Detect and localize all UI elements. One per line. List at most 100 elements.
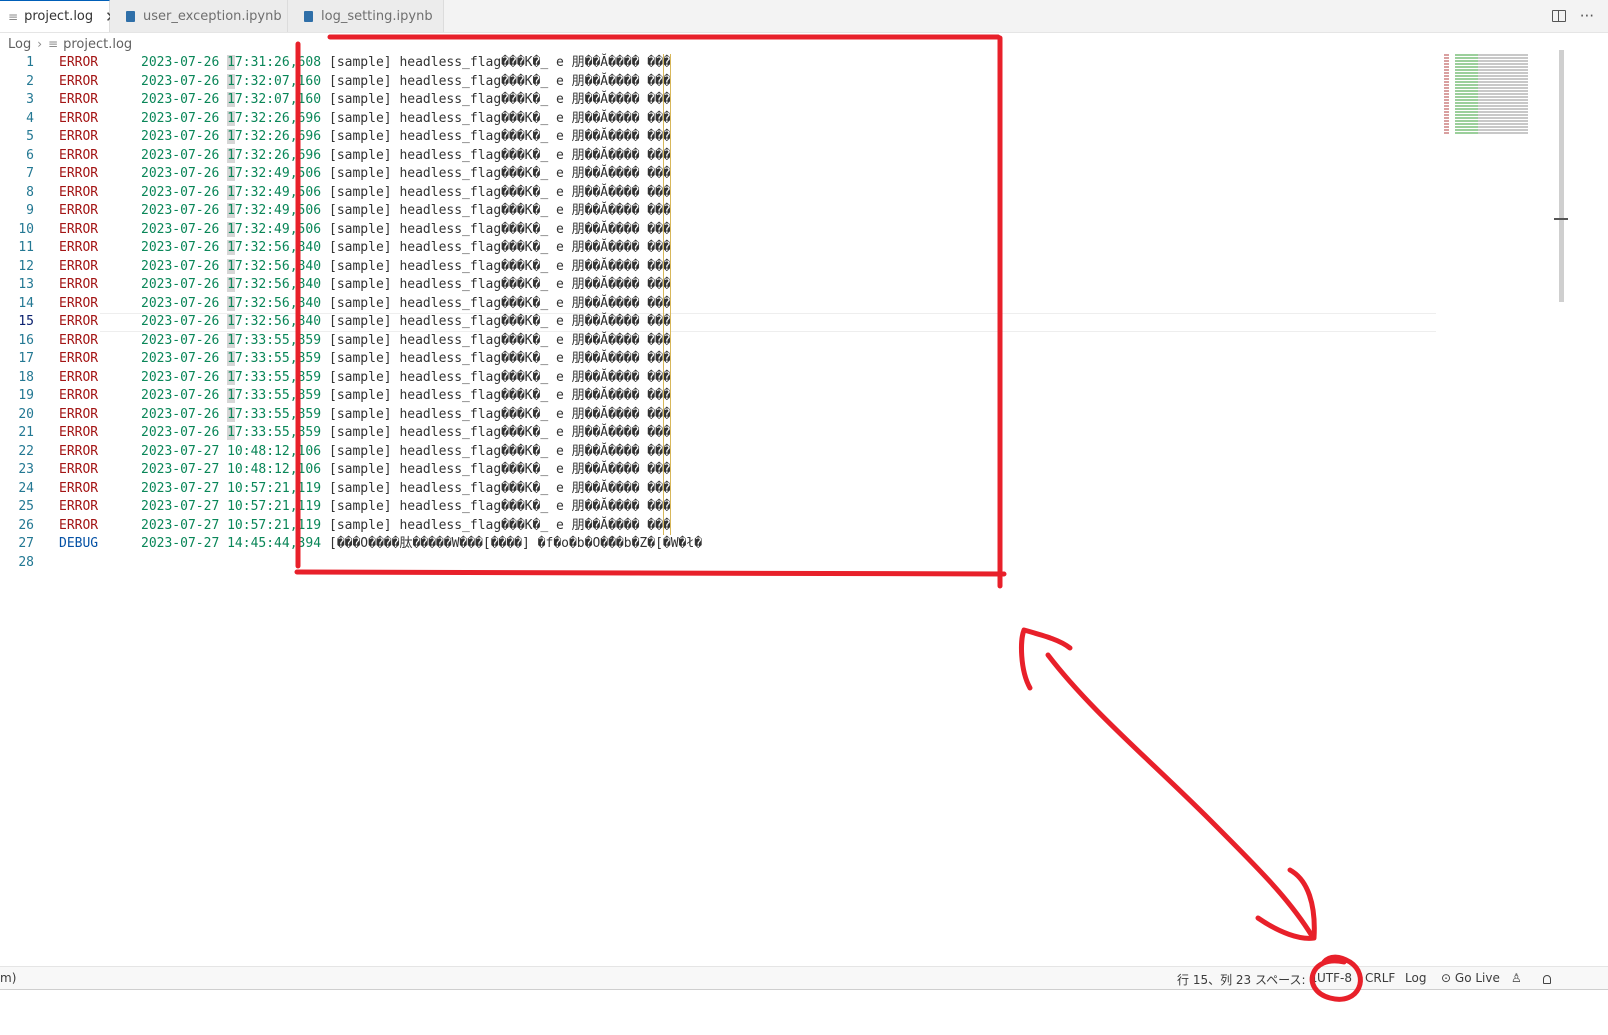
breadcrumb-root[interactable]: Log xyxy=(8,37,31,52)
encoding[interactable]: UTF-8 xyxy=(1317,971,1352,985)
code-line[interactable]: 5 ERROR 2023-07-26 17:32:26,696 [sample] he… xyxy=(0,128,1440,147)
code-line[interactable]: 26 ERROR 2023-07-27 10:57:21,119 [sample] h… xyxy=(0,516,1440,535)
timestamp-ms: 506 xyxy=(297,221,322,237)
log-message: [sample] headless_flag���K�_ e 朋��Ă���� … xyxy=(329,406,671,422)
log-level: ERROR xyxy=(59,147,99,163)
timestamp-hour-highlight: 1 xyxy=(227,166,235,181)
feedback-icon[interactable]: ♙ xyxy=(1511,971,1522,985)
minimap[interactable] xyxy=(1444,54,1528,134)
minimap-row xyxy=(1444,75,1528,77)
timestamp-hour-highlight: 1 xyxy=(227,221,235,237)
code-line[interactable]: 1 ERROR 2023-07-26 17:31:26,608 [sample] he… xyxy=(0,54,1440,73)
indentation[interactable]: スペース: 4 xyxy=(1255,971,1317,988)
log-level: ERROR xyxy=(59,499,99,514)
code-line[interactable]: 21 ERROR 2023-07-26 17:33:55,859 [sample] h… xyxy=(0,424,1440,443)
log-message: [sample] headless_flag���K�_ e 朋��Ă���� … xyxy=(329,369,671,385)
timestamp-hour-highlight: 1 xyxy=(227,203,235,218)
timestamp-date: 2023-07-26 xyxy=(141,129,228,144)
timestamp-hour-highlight: 1 xyxy=(227,240,235,255)
minimap-row xyxy=(1444,105,1528,107)
split-editor-icon[interactable] xyxy=(1551,10,1566,22)
log-level: ERROR xyxy=(59,406,99,422)
code-line[interactable]: 7 ERROR 2023-07-26 17:32:49,506 [sample] he… xyxy=(0,165,1440,184)
code-line[interactable]: 18 ERROR 2023-07-26 17:33:55,859 [sample] h… xyxy=(0,368,1440,387)
code-line[interactable]: 25 ERROR 2023-07-27 10:57:21,119 [sample] h… xyxy=(0,498,1440,517)
code-line[interactable]: 3 ERROR 2023-07-26 17:32:07,160 [sample] he… xyxy=(0,91,1440,110)
minimap-row xyxy=(1444,123,1528,125)
line-number: 3 xyxy=(26,92,34,107)
code-line[interactable]: 22 ERROR 2023-07-27 10:48:12,106 [sample] h… xyxy=(0,442,1440,461)
line-number: 21 xyxy=(18,425,34,440)
timestamp-hour-highlight: 1 xyxy=(227,295,235,311)
code-line[interactable]: 20 ERROR 2023-07-26 17:33:55,859 [sample] h… xyxy=(0,405,1440,424)
log-message: [sample] headless_flag���K�_ e 朋��Ă���� … xyxy=(329,240,671,255)
log-message: [sample] headless_flag���K�_ e 朋��Ă���� … xyxy=(329,129,671,144)
log-message: [sample] headless_flag���K�_ e 朋��Ă���� … xyxy=(329,295,671,311)
code-line[interactable]: 6 ERROR 2023-07-26 17:32:26,696 [sample] he… xyxy=(0,146,1440,165)
timestamp: 2023-07-26 17:32:07,160 xyxy=(141,91,321,110)
code-line[interactable]: 24 ERROR 2023-07-27 10:57:21,119 [sample] h… xyxy=(0,479,1440,498)
status-left-text[interactable]: m) xyxy=(0,971,16,985)
timestamp-date: 2023-07-26 xyxy=(141,277,228,292)
tab-log-setting[interactable]: log_setting.ipynb xyxy=(288,0,444,32)
log-message: [sample] headless_flag���K�_ e 朋��Ă���� … xyxy=(329,221,671,237)
code-line[interactable]: 16 ERROR 2023-07-26 17:33:55,859 [sample] h… xyxy=(0,331,1440,350)
log-message: [���O����肽�����W���[����] �f�o�b�O�̃��b�… xyxy=(329,536,703,551)
timestamp-date: 2023-07-27 xyxy=(141,499,228,514)
code-line[interactable]: 9 ERROR 2023-07-26 17:32:49,506 [sample] he… xyxy=(0,202,1440,221)
timestamp-time: 7:32:07, xyxy=(234,73,298,89)
code-line[interactable]: 4 ERROR 2023-07-26 17:32:26,696 [sample] he… xyxy=(0,109,1440,128)
cursor-position[interactable]: 行 15、列 23 xyxy=(1177,971,1251,988)
line-number: 19 xyxy=(18,388,34,403)
tab-bar: ≡ project.log ✕ user_exception.ipynb log… xyxy=(0,0,1608,33)
timestamp-ms: 394 xyxy=(297,536,322,551)
log-message: [sample] headless_flag���K�_ e 朋��Ă���� … xyxy=(329,517,671,533)
go-live-button[interactable]: ⊙ Go Live xyxy=(1441,971,1500,985)
timestamp-time: 7:32:56, xyxy=(234,240,298,255)
timestamp-hour-highlight: 1 xyxy=(227,55,235,70)
log-message: [sample] headless_flag���K�_ e 朋��Ă���� … xyxy=(329,443,671,459)
code-line[interactable]: 11 ERROR 2023-07-26 17:32:56,840 [sample] h… xyxy=(0,239,1440,258)
code-line[interactable]: 17 ERROR 2023-07-26 17:33:55,859 [sample] h… xyxy=(0,350,1440,369)
timestamp-ms: 119 xyxy=(297,499,322,514)
code-line[interactable]: 19 ERROR 2023-07-26 17:33:55,859 [sample] h… xyxy=(0,387,1440,406)
minimap-row xyxy=(1444,117,1528,119)
minimap-row xyxy=(1444,60,1528,62)
code-editor[interactable]: 1 ERROR 2023-07-26 17:31:26,608 [sample] he… xyxy=(0,54,1440,574)
minimap-row xyxy=(1444,63,1528,65)
code-line[interactable]: 14 ERROR 2023-07-26 17:32:56,840 [sample] h… xyxy=(0,294,1440,313)
timestamp: 2023-07-26 17:32:56,840 xyxy=(141,313,321,332)
timestamp: 2023-07-26 17:32:26,696 xyxy=(141,128,321,147)
timestamp-time: 7:32:49, xyxy=(234,221,298,237)
timestamp-hour-highlight: 1 xyxy=(227,184,235,200)
code-line[interactable]: 15 ERROR 2023-07-26 17:32:56,840 [sample] h… xyxy=(0,313,1440,332)
bell-icon[interactable] xyxy=(1543,973,1551,987)
log-message: [sample] headless_flag���K�_ e 朋��Ă���� … xyxy=(329,147,671,163)
code-line[interactable]: 8 ERROR 2023-07-26 17:32:49,506 [sample] he… xyxy=(0,183,1440,202)
timestamp-date: 2023-07-26 xyxy=(141,221,228,237)
code-line[interactable]: 13 ERROR 2023-07-26 17:32:56,840 [sample] h… xyxy=(0,276,1440,295)
minimap-row xyxy=(1444,93,1528,95)
code-line[interactable]: 23 ERROR 2023-07-27 10:48:12,106 [sample] h… xyxy=(0,461,1440,480)
code-line[interactable]: 12 ERROR 2023-07-26 17:32:56,840 [sample] h… xyxy=(0,257,1440,276)
tab-user-exception[interactable]: user_exception.ipynb xyxy=(110,0,288,32)
timestamp-ms: 106 xyxy=(297,443,322,459)
log-message: [sample] headless_flag���K�_ e 朋��Ă���� … xyxy=(329,425,671,440)
code-line[interactable]: 2 ERROR 2023-07-26 17:32:07,160 [sample] he… xyxy=(0,72,1440,91)
code-line[interactable]: 10 ERROR 2023-07-26 17:32:49,506 [sample] h… xyxy=(0,220,1440,239)
more-actions-icon[interactable]: ··· xyxy=(1580,7,1594,25)
log-message: [sample] headless_flag���K�_ e 朋��Ă���� … xyxy=(329,480,671,496)
timestamp-ms: 696 xyxy=(297,110,322,126)
language-mode[interactable]: Log xyxy=(1405,971,1426,985)
tab-project-log[interactable]: ≡ project.log ✕ xyxy=(0,0,118,32)
line-number: 6 xyxy=(26,147,34,163)
breadcrumb-file[interactable]: project.log xyxy=(63,37,132,52)
code-line[interactable]: 28 xyxy=(0,554,1440,573)
timestamp: 2023-07-26 17:31:26,608 xyxy=(141,54,321,73)
bracket-highlight xyxy=(663,387,671,406)
timestamp-date: 2023-07-26 xyxy=(141,240,228,255)
end-of-line[interactable]: CRLF xyxy=(1365,971,1395,985)
scrollbar-thumb[interactable] xyxy=(1559,50,1564,302)
bracket-highlight xyxy=(663,313,671,332)
code-line[interactable]: 27 DEBUG 2023-07-27 14:45:44,394 [���O����肽… xyxy=(0,535,1440,554)
